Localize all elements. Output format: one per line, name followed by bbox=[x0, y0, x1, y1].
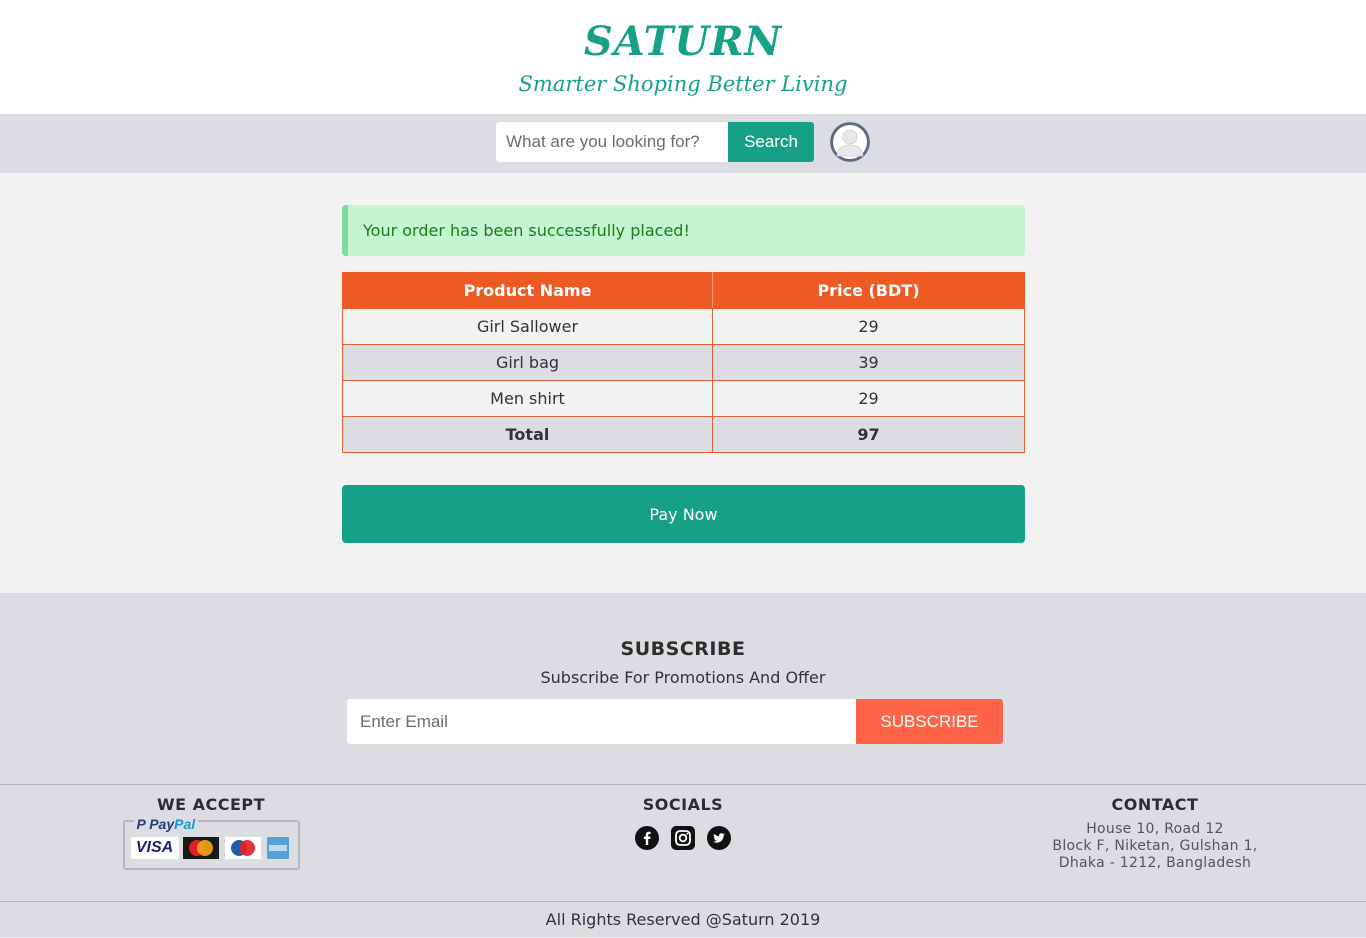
table-row: Men shirt 29 bbox=[342, 380, 1025, 417]
we-accept-section: WE ACCEPT P PayPal VISA bbox=[111, 795, 311, 870]
pay-now-button[interactable]: Pay Now bbox=[342, 485, 1025, 543]
visa-icon: VISA bbox=[130, 837, 179, 859]
success-alert: Your order has been successfully placed! bbox=[342, 205, 1025, 256]
column-header-product: Product Name bbox=[342, 272, 713, 309]
brand-tagline: Smarter Shoping Better Living bbox=[518, 72, 848, 96]
twitter-icon[interactable] bbox=[707, 826, 731, 850]
product-name-cell: Girl Sallower bbox=[342, 308, 713, 345]
we-accept-title: WE ACCEPT bbox=[156, 795, 266, 814]
address-line: Block F, Niketan, Gulshan 1, bbox=[1052, 838, 1258, 854]
search-bar: Search bbox=[0, 114, 1366, 173]
site-header: SATURN Smarter Shoping Better Living bbox=[0, 0, 1366, 114]
order-table: Product Name Price (BDT) Girl Sallower 2… bbox=[342, 272, 1025, 453]
facebook-icon[interactable] bbox=[635, 826, 659, 850]
socials-section: SOCIALS bbox=[583, 795, 783, 850]
user-avatar-icon[interactable] bbox=[830, 122, 870, 162]
maestro-icon bbox=[224, 837, 261, 859]
subscribe-title: SUBSCRIBE bbox=[620, 638, 746, 660]
price-cell: 29 bbox=[712, 380, 1025, 417]
product-name-cell: Men shirt bbox=[342, 380, 713, 417]
email-field[interactable] bbox=[347, 699, 856, 744]
total-label: Total bbox=[342, 416, 713, 453]
main-content: Your order has been successfully placed!… bbox=[0, 173, 1366, 593]
copyright-text: All Rights Reserved @Saturn 2019 bbox=[0, 901, 1366, 937]
table-row: Girl bag 39 bbox=[342, 344, 1025, 381]
site-footer: WE ACCEPT P PayPal VISA SOCIALS CONTACT … bbox=[0, 784, 1366, 901]
socials-title: SOCIALS bbox=[642, 795, 724, 814]
mastercard-icon bbox=[182, 837, 219, 859]
paypal-icon: P PayPal bbox=[133, 816, 199, 832]
total-value: 97 bbox=[712, 416, 1025, 453]
search-button[interactable]: Search bbox=[728, 122, 814, 162]
instagram-icon[interactable] bbox=[671, 826, 695, 850]
table-row: Girl Sallower 29 bbox=[342, 308, 1025, 345]
column-header-price: Price (BDT) bbox=[712, 272, 1025, 309]
subscribe-subtitle: Subscribe For Promotions And Offer bbox=[540, 668, 826, 687]
subscribe-section: SUBSCRIBE Subscribe For Promotions And O… bbox=[0, 593, 1366, 784]
price-cell: 29 bbox=[712, 308, 1025, 345]
brand-logo[interactable]: SATURN bbox=[0, 18, 1366, 65]
payment-cards: P PayPal VISA bbox=[122, 816, 300, 870]
table-header-row: Product Name Price (BDT) bbox=[342, 272, 1025, 309]
contact-title: CONTACT bbox=[1111, 795, 1199, 814]
address-line: House 10, Road 12 bbox=[1086, 821, 1224, 837]
total-row: Total 97 bbox=[342, 416, 1025, 453]
search-input[interactable] bbox=[496, 122, 728, 162]
price-cell: 39 bbox=[712, 344, 1025, 381]
contact-section: CONTACT House 10, Road 12 Block F, Niket… bbox=[1040, 795, 1270, 872]
amex-icon bbox=[266, 837, 289, 859]
product-name-cell: Girl bag bbox=[342, 344, 713, 381]
subscribe-button[interactable]: SUBSCRIBE bbox=[856, 699, 1003, 744]
contact-address: House 10, Road 12 Block F, Niketan, Guls… bbox=[1040, 821, 1270, 872]
address-line: Dhaka - 1212, Bangladesh bbox=[1058, 855, 1252, 871]
